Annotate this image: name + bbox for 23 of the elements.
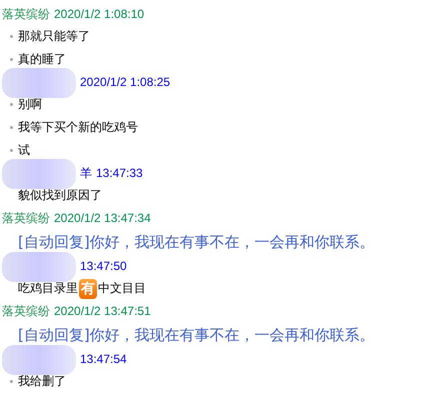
message-text: 试 — [18, 142, 30, 159]
timestamp: 13:47:33 — [96, 166, 143, 180]
message-text: 那就只能等了 — [18, 28, 90, 45]
message-text: 我给删了 — [18, 373, 66, 390]
message-text: 真的睡了 — [18, 51, 66, 68]
timestamp: 2020/1/2 13:47:51 — [54, 304, 151, 318]
message-text: 吃鸡目录里 — [18, 280, 78, 297]
message-text: 我等下买个新的吃鸡号 — [18, 119, 138, 136]
sender-name: 羊 — [80, 164, 92, 182]
sender-name: 落英缤纷 — [2, 210, 50, 226]
auto-reply-text: [自动回复]你好，我现在有事不在，一会再和你联系。 — [18, 326, 375, 344]
timestamp: 2020/1/2 1:08:10 — [54, 7, 144, 21]
timestamp: 2020/1/2 13:47:34 — [54, 211, 151, 225]
message-text: 别啊 — [18, 96, 42, 113]
auto-reply-text: [自动回复]你好，我现在有事不在，一会再和你联系。 — [18, 232, 375, 252]
emoji-badge: 有 — [79, 278, 97, 298]
timestamp: 13:47:50 — [80, 259, 127, 273]
timestamp: 13:47:54 — [80, 352, 127, 366]
sender-name: 落英缤纷 — [2, 302, 50, 320]
message-text: 中文目目 — [98, 280, 146, 297]
sender-name: 落英缤纷 — [2, 6, 50, 22]
timestamp: 2020/1/2 1:08:25 — [80, 75, 170, 89]
message-text: 貌似找到原因了 — [18, 187, 102, 204]
